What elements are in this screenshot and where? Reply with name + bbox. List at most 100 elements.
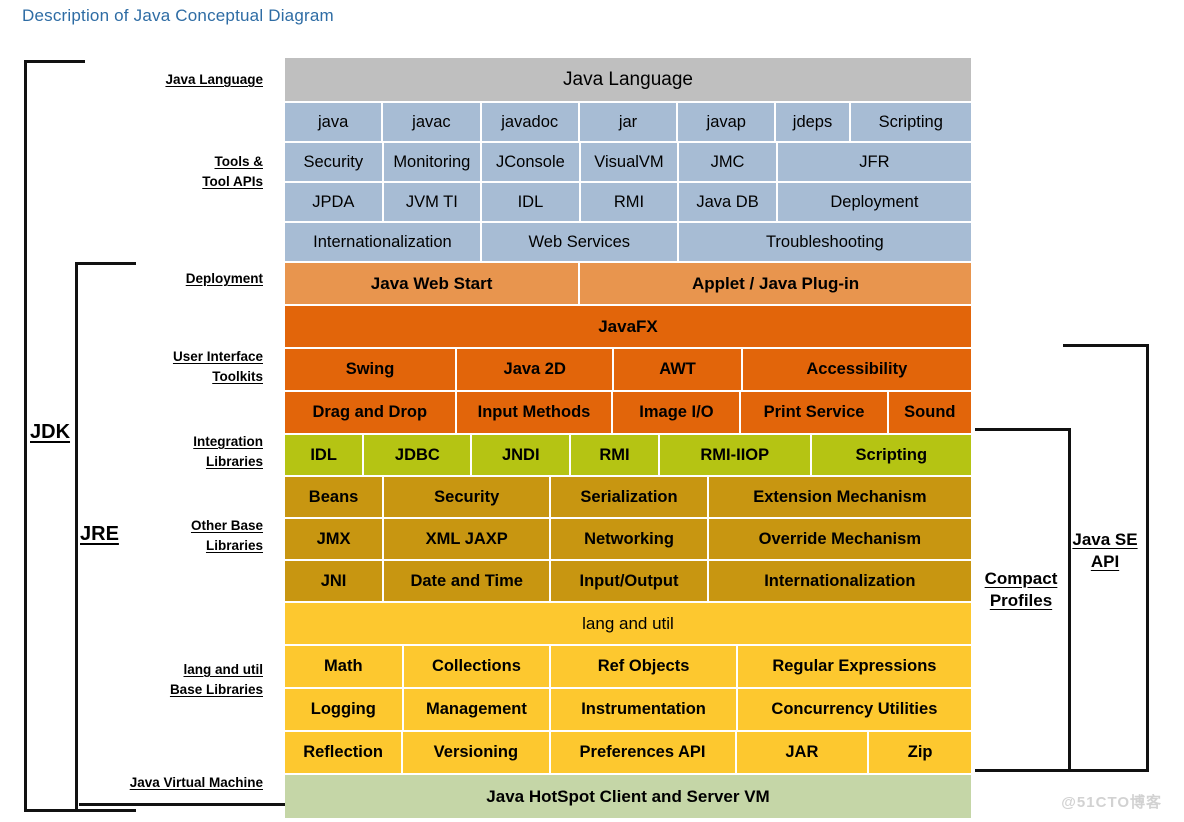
diagram-cell: Input/Output [551,561,707,601]
diagram-cell: Security [285,143,382,181]
diagram-cell: Instrumentation [551,689,736,730]
diagram-row: Logging Management Instrumentation Concurre… [285,689,971,730]
diagram-cell: AWT [614,349,741,390]
diagram-cell: JMC [679,143,776,181]
diagram-cell: Security [384,477,550,517]
side-label-lang-and-util-base-libraries: lang and util Base Libraries [169,662,263,697]
diagram-cell: Drag and Drop [285,392,455,433]
diagram-row: JNI Date and Time Input/Output Internationa… [285,561,971,601]
side-label-deployment: Deployment [185,271,263,286]
diagram-cell: JMX [285,519,383,559]
diagram-cell: javac [383,103,480,141]
diagram-cell: JNDI [472,435,570,475]
diagram-cell: JavaFX [285,306,971,347]
diagram-row: java javac javadoc jar javap jdeps Scripting [285,103,971,141]
diagram-row: Drag and Drop Input Methods Image I/O Print… [285,392,971,433]
diagram-cell: JPDA [285,183,382,221]
diagram-cell: RMI-IIOP [659,435,810,475]
diagram-cell: Java 2D [457,349,613,390]
diagram-cell: JDBC [364,435,471,475]
diagram-row: Swing Java 2D AWT Accessibility [285,349,971,390]
diagram-cell: Zip [869,732,971,773]
diagram-cell: XML JAXP [384,519,550,559]
diagram-cell: Extension Mechanism [708,477,971,517]
diagram-cell: IDL [482,183,579,221]
diagram-row: Reflection Versioning Preferences API JAR Zi… [285,732,971,773]
side-label-java-language: Java Language [165,72,263,87]
side-label-tools: Tools & Tool APIs [202,154,263,189]
diagram-row: Security Monitoring JConsole VisualVM JMC JFR [285,143,971,181]
diagram-cell: Beans [285,477,383,517]
jdk-label: JDK [30,421,71,443]
compact-profiles-label: Compact Profiles [984,569,1058,610]
diagram-cell: Versioning [403,732,549,773]
java-se-api-label: Java SE API [1072,530,1138,571]
diagram-cell: Image I/O [613,392,740,433]
diagram-cell: RMI [580,183,678,221]
diagram-cell: Scripting [811,435,971,475]
diagram-cell: lang and util [285,603,971,644]
diagram-cell: Java Language [285,58,971,101]
diagram-cell: Preferences API [550,732,735,773]
diagram-cell: Applet / Java Plug-in [580,263,971,304]
diagram-cell: Reflection [285,732,402,773]
diagram-cell: javadoc [481,103,578,141]
side-label-other-base-libraries: Other Base Libraries [190,518,263,553]
diagram-cell: JConsole [482,143,579,181]
diagram-cell: VisualVM [580,143,678,181]
diagram-cell: Ref Objects [551,646,736,687]
diagram-cell: Web Services [481,223,677,261]
diagram-cell: Collections [403,646,550,687]
diagram-cell: Math [285,646,402,687]
diagram-row: JPDA JVM TI IDL RMI Java DB Deployment [285,183,971,221]
diagram-cell: Troubleshooting [678,223,971,261]
diagram-cell: JAR [736,732,868,773]
diagram-cell: Accessibility [742,349,971,390]
page-title: Description of Java Conceptual Diagram [22,6,334,25]
diagram-cell: Serialization [551,477,707,517]
diagram-cell: JVM TI [383,183,481,221]
diagram-cell: Deployment [777,183,971,221]
diagram-row: lang and util [285,603,971,644]
diagram-cell: Monitoring [383,143,481,181]
jre-label: JRE [80,523,119,545]
diagram-cell: JFR [777,143,971,181]
diagram-row: Math Collections Ref Objects Regular Expres… [285,646,971,687]
diagram-row: Java HotSpot Client and Server VM [285,775,971,818]
diagram-cell: Java Web Start [285,263,579,304]
diagram-cell: java [285,103,382,141]
side-label-integration-libraries: Integration Libraries [193,434,263,469]
diagram-cell: Print Service [741,392,887,433]
diagram-cell: Date and Time [384,561,550,601]
diagram-cell: Logging [285,689,402,730]
diagram-cell: Override Mechanism [708,519,971,559]
diagram-cell: Internationalization [708,561,971,601]
diagram-row: JMX XML JAXP Networking Override Mechanism [285,519,971,559]
diagram-cell: jdeps [776,103,849,141]
diagram-row: Beans Security Serialization Extension Mech… [285,477,971,517]
diagram-cell: Management [403,689,550,730]
diagram-row: Internationalization Web Services Troubles… [285,223,971,261]
diagram-cell: IDL [285,435,363,475]
diagram-cell: jar [579,103,677,141]
diagram-cell: Java DB [679,183,776,221]
side-label-java-virtual-machine: Java Virtual Machine [129,775,263,790]
diagram-cell: Java HotSpot Client and Server VM [285,775,971,818]
diagram-cell: JNI [285,561,383,601]
diagram-row: JavaFX [285,306,971,347]
diagram-cell: RMI [571,435,658,475]
diagram-cell: Input Methods [456,392,612,433]
diagram-cell: Networking [551,519,707,559]
diagram-cell: Swing [285,349,455,390]
diagram-cell: Scripting [850,103,971,141]
watermark: @51CTO博客 [1061,794,1162,811]
diagram-row: IDL JDBC JNDI RMI RMI-IIOP Scripting [285,435,971,475]
diagram-row: Java Web Start Applet / Java Plug-in [285,263,971,304]
diagram-cell: javap [678,103,775,141]
diagram-row: Java Language [285,58,971,101]
diagram-cell: Internationalization [285,223,480,261]
java-conceptual-diagram: Java Language java javac javadoc jar javap jde… [285,58,971,820]
diagram-cell: Concurrency Utilities [737,689,971,730]
diagram-cell: Sound [888,392,971,433]
side-label-user-interface-toolkits: User Interface Toolkits [172,349,263,384]
